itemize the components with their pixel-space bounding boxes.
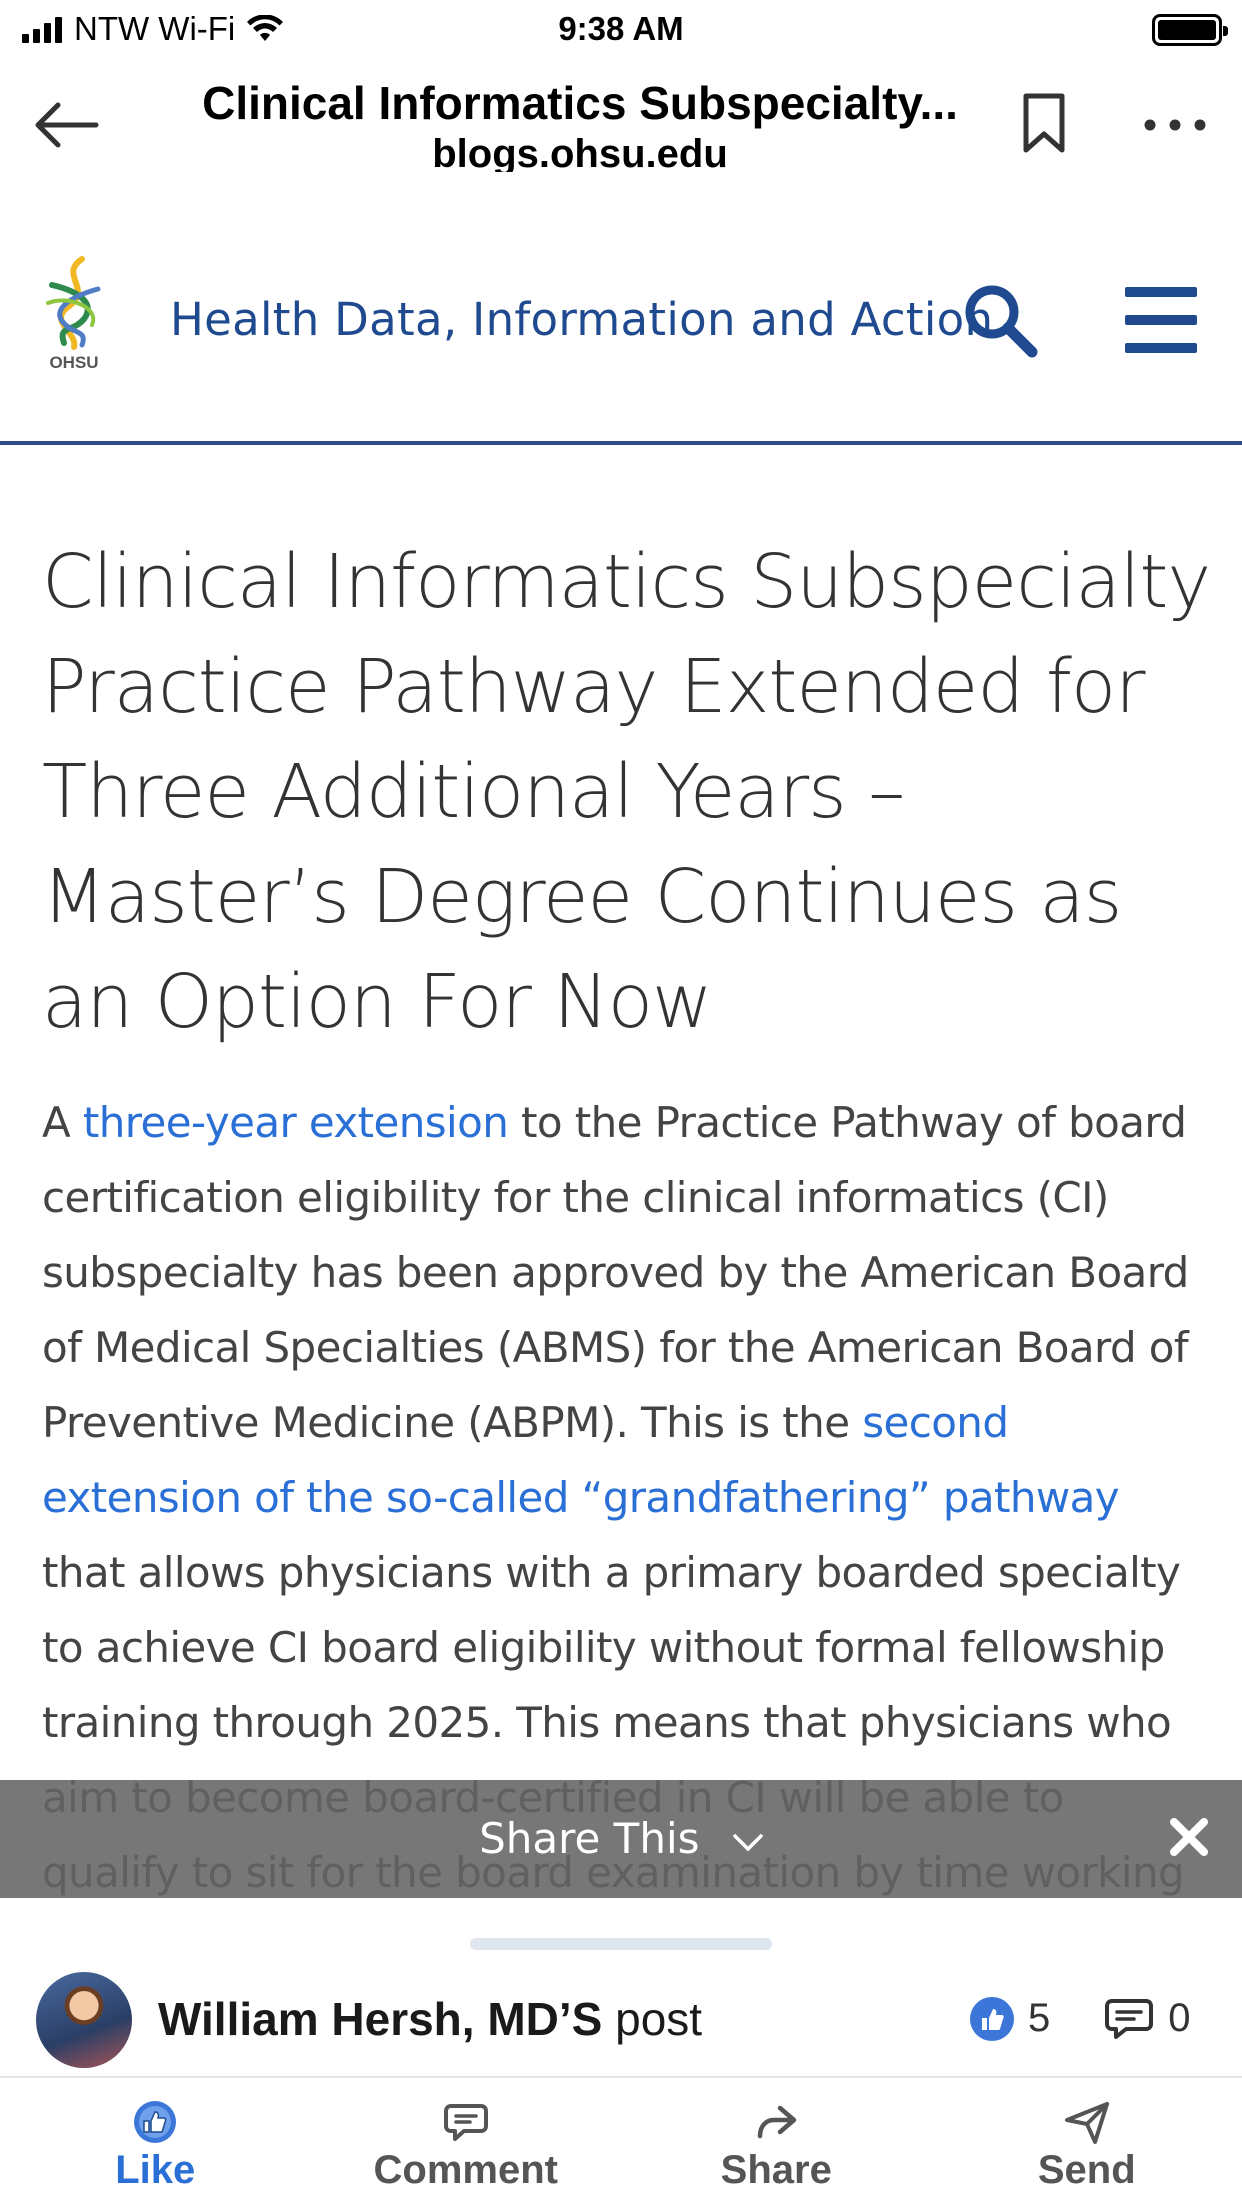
status-time: 9:38 AM xyxy=(558,10,684,47)
share-icon xyxy=(758,2105,797,2139)
share-this-bar: Share This xyxy=(0,1780,1242,1898)
comment-button[interactable]: Comment xyxy=(311,2098,622,2208)
site-title[interactable]: Health Data, Information and Action xyxy=(170,293,993,346)
hamburger-menu-icon[interactable] xyxy=(1125,287,1197,353)
share-label: Share xyxy=(720,2148,832,2192)
send-label: Send xyxy=(1037,2148,1136,2192)
reactions-summary[interactable]: 5 0 xyxy=(970,1996,1191,2041)
browser-title-block: Clinical Informatics Subspecialty... blo… xyxy=(160,76,1000,172)
battery-icon xyxy=(1152,14,1228,46)
sheet-drag-handle[interactable] xyxy=(470,1938,772,1950)
site-header: OHSU Health Data, Information and Action xyxy=(0,235,1242,445)
ohsu-logo-mark xyxy=(46,256,101,350)
post-suffix: post xyxy=(602,1993,703,2045)
body-text-start: A xyxy=(42,1098,83,1147)
like-button[interactable]: Like xyxy=(0,2098,311,2208)
chevron-down-icon xyxy=(733,1833,763,1851)
more-options-icon[interactable] xyxy=(1140,115,1210,135)
post-action-bar: Like Comment Share Send xyxy=(0,2098,1242,2208)
three-year-extension-link[interactable]: three-year extension xyxy=(83,1098,509,1147)
close-icon[interactable] xyxy=(1166,1814,1212,1860)
post-row: William Hersh, MD’S post 5 0 xyxy=(0,1968,1242,2078)
share-this-toggle[interactable]: Share This xyxy=(0,1814,1242,1863)
share-button[interactable]: Share xyxy=(621,2098,932,2208)
post-author-line[interactable]: William Hersh, MD’S post xyxy=(158,1992,702,2046)
comment-count-icon xyxy=(1105,1998,1154,2039)
status-bar: NTW Wi-Fi 9:38 AM xyxy=(0,0,1242,60)
comment-label: Comment xyxy=(373,2148,558,2192)
logo-text: OHSU xyxy=(49,353,99,372)
like-count: 5 xyxy=(1028,1996,1051,2040)
comment-count: 0 xyxy=(1168,1996,1191,2040)
page-tab-title: Clinical Informatics Subspecialty... xyxy=(202,77,958,129)
like-reaction-icon xyxy=(970,1996,1014,2041)
ohsu-logo[interactable]: OHSU xyxy=(38,255,110,375)
article-title: Clinical Informatics Subspecialty Practi… xyxy=(42,539,1211,1045)
back-arrow-icon[interactable] xyxy=(30,100,100,150)
send-button[interactable]: Send xyxy=(932,2098,1242,2208)
like-label: Like xyxy=(115,2148,196,2192)
search-icon[interactable] xyxy=(960,280,1040,360)
share-this-label: Share This xyxy=(479,1814,700,1863)
comment-icon xyxy=(443,2104,488,2141)
post-author-name: William Hersh, MD’S xyxy=(158,1993,603,2045)
bottom-sheet: William Hersh, MD’S post 5 0 Like Commen… xyxy=(0,1898,1242,2208)
bookmark-icon[interactable] xyxy=(1020,92,1068,154)
avatar[interactable] xyxy=(36,1972,132,2068)
body-text-mid: to the Practice Pathway of board certifi… xyxy=(42,1098,1189,1447)
page-url: blogs.ohsu.edu xyxy=(432,132,728,172)
like-icon xyxy=(134,2101,177,2143)
browser-nav-bar: Clinical Informatics Subspecialty... blo… xyxy=(0,60,1242,180)
send-icon xyxy=(1064,2102,1109,2144)
